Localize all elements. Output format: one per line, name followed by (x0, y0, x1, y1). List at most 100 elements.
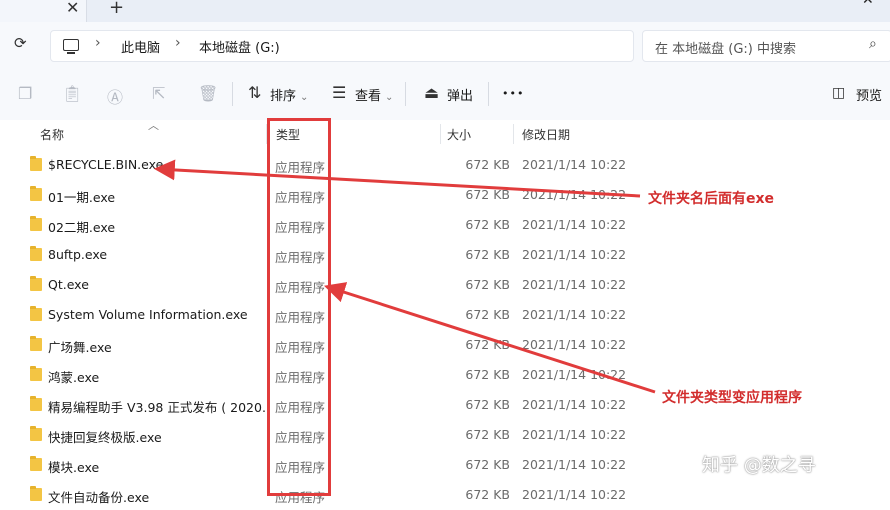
file-row[interactable]: 文件自动备份.exe 应用程序 672 KB 2021/1/14 10:22 (0, 480, 890, 510)
new-tab-icon[interactable]: + (109, 0, 124, 18)
annotation-highlight-box (267, 118, 331, 496)
file-size: 672 KB (465, 397, 510, 412)
file-size: 672 KB (465, 337, 510, 352)
sort-ascending-icon: ︿ (148, 119, 159, 132)
file-size: 672 KB (465, 307, 510, 322)
sort-label: 排序 (270, 89, 297, 104)
file-size: 672 KB (465, 247, 510, 262)
folder-icon (30, 186, 42, 201)
column-header-modified[interactable]: 修改日期 (522, 126, 570, 143)
eject-icon: ⏏ (424, 83, 440, 102)
folder-icon (30, 156, 42, 171)
folder-icon (30, 396, 42, 411)
file-modified: 2021/1/14 10:22 (522, 217, 627, 232)
file-modified: 2021/1/14 10:22 (522, 367, 627, 382)
file-name: $RECYCLE.BIN.exe (48, 157, 164, 172)
file-modified: 2021/1/14 10:22 (522, 337, 627, 352)
chevron-down-icon: ⌄ (300, 92, 309, 103)
column-header-size[interactable]: 大小 (447, 126, 471, 143)
file-name: 模块.exe (48, 460, 100, 475)
address-bar[interactable]: › 此电脑 › 本地磁盘 (G:) (50, 30, 634, 62)
annotation-note-1: 文件夹名后面有exe (648, 191, 775, 207)
eject-button[interactable]: 弹出 (447, 85, 473, 104)
file-row[interactable]: 8uftp.exe 应用程序 672 KB 2021/1/14 10:22 (0, 240, 890, 270)
sort-button[interactable]: 排序 ⌄ (270, 85, 308, 104)
file-name: 广场舞.exe (48, 340, 112, 355)
file-list: ︿ 名称 类型 大小 修改日期 $RECYCLE.BIN.exe 应用程序 672 … (0, 119, 890, 505)
breadcrumb-local-disk[interactable]: 本地磁盘 (G:) (199, 37, 280, 56)
refresh-icon[interactable]: ⟳ (14, 34, 27, 52)
file-modified: 2021/1/14 10:22 (522, 187, 627, 202)
file-name: 8uftp.exe (48, 247, 108, 262)
rename-icon[interactable]: Ⓐ (107, 84, 123, 108)
file-name: 鸿蒙.exe (48, 370, 100, 385)
file-modified: 2021/1/14 10:22 (522, 457, 627, 472)
file-name: Qt.exe (48, 277, 89, 292)
breadcrumb-this-pc[interactable]: 此电脑 (121, 37, 160, 56)
share-icon[interactable]: ⇱ (152, 84, 165, 103)
file-row[interactable]: System Volume Information.exe 应用程序 672 KB 2… (0, 300, 890, 330)
file-row[interactable]: 鸿蒙.exe 应用程序 672 KB 2021/1/14 10:22 (0, 360, 890, 390)
file-name: 文件自动备份.exe (48, 490, 150, 505)
command-bar: ❐ 📋︎ Ⓐ ⇱ 🗑︎ ⇅ 排序 ⌄ ☰ 查看 ⌄ ⏏ 弹出 ••• ◫ 预览 (0, 68, 890, 121)
folder-icon (30, 456, 42, 471)
tab-close-icon[interactable]: ✕ (66, 0, 79, 17)
breadcrumb-separator: › (95, 35, 101, 51)
toolbar-divider (232, 82, 233, 106)
file-size: 672 KB (465, 457, 510, 472)
file-row[interactable]: $RECYCLE.BIN.exe 应用程序 672 KB 2021/1/14 10:2… (0, 150, 890, 180)
folder-icon (30, 366, 42, 381)
file-modified: 2021/1/14 10:22 (522, 277, 627, 292)
file-modified: 2021/1/14 10:22 (522, 307, 627, 322)
file-size: 672 KB (465, 367, 510, 382)
tab-current[interactable]: ✕ (0, 0, 87, 22)
sort-icon: ⇅ (248, 83, 262, 102)
file-size: 672 KB (465, 157, 510, 172)
annotation-note-2: 文件夹类型变应用程序 (662, 390, 802, 406)
preview-pane-icon: ◫ (832, 85, 846, 101)
toolbar-divider (405, 82, 406, 106)
address-row: ⟳ › 此电脑 › 本地磁盘 (G:) 在 本地磁盘 (G:) 中搜索 ⌕ (0, 22, 890, 68)
file-row[interactable]: 02二期.exe 应用程序 672 KB 2021/1/14 10:22 (0, 210, 890, 240)
column-divider[interactable] (440, 124, 441, 144)
tab-strip: ✕ + ─ ✕ (0, 0, 890, 22)
search-icon: ⌕ (869, 36, 877, 52)
file-size: 672 KB (465, 427, 510, 442)
file-row[interactable]: Qt.exe 应用程序 672 KB 2021/1/14 10:22 (0, 270, 890, 300)
minimize-icon[interactable]: ─ (824, 0, 832, 8)
view-icon: ☰ (332, 83, 347, 102)
search-placeholder: 在 本地磁盘 (G:) 中搜索 (655, 42, 796, 57)
column-divider[interactable] (513, 124, 514, 144)
file-row[interactable]: 快捷回复终极版.exe 应用程序 672 KB 2021/1/14 10:22 (0, 420, 890, 450)
file-modified: 2021/1/14 10:22 (522, 397, 627, 412)
folder-icon (30, 486, 42, 501)
file-name: 精易编程助手 V3.98 正式发布 ( 2020.10... (48, 400, 268, 415)
delete-icon[interactable]: 🗑︎ (198, 84, 218, 103)
folder-icon (30, 276, 42, 291)
file-name: 快捷回复终极版.exe (48, 430, 162, 445)
more-options-icon[interactable]: ••• (502, 87, 524, 100)
file-name: System Volume Information.exe (48, 307, 248, 322)
folder-icon (30, 246, 42, 261)
file-modified: 2021/1/14 10:22 (522, 427, 627, 442)
breadcrumb-separator: › (175, 35, 181, 51)
file-row[interactable]: 广场舞.exe 应用程序 672 KB 2021/1/14 10:22 (0, 330, 890, 360)
search-input[interactable]: 在 本地磁盘 (G:) 中搜索 ⌕ (642, 30, 890, 62)
watermark: 知乎 @数之寻 (702, 455, 816, 476)
folder-icon (30, 426, 42, 441)
chevron-down-icon: ⌄ (385, 92, 394, 103)
toolbar-divider (488, 82, 489, 106)
folder-icon (30, 306, 42, 321)
copy-icon[interactable]: ❐ (18, 84, 32, 103)
paste-icon[interactable]: 📋︎ (62, 84, 82, 103)
file-size: 672 KB (465, 187, 510, 202)
view-button[interactable]: 查看 ⌄ (355, 85, 393, 104)
close-window-icon[interactable]: ✕ (862, 0, 874, 8)
file-name: 01一期.exe (48, 190, 116, 205)
folder-icon (30, 336, 42, 351)
file-name: 02二期.exe (48, 220, 116, 235)
preview-button[interactable]: 预览 (856, 85, 882, 104)
monitor-icon (63, 39, 79, 54)
file-size: 672 KB (465, 217, 510, 232)
column-header-name[interactable]: 名称 (40, 126, 64, 143)
